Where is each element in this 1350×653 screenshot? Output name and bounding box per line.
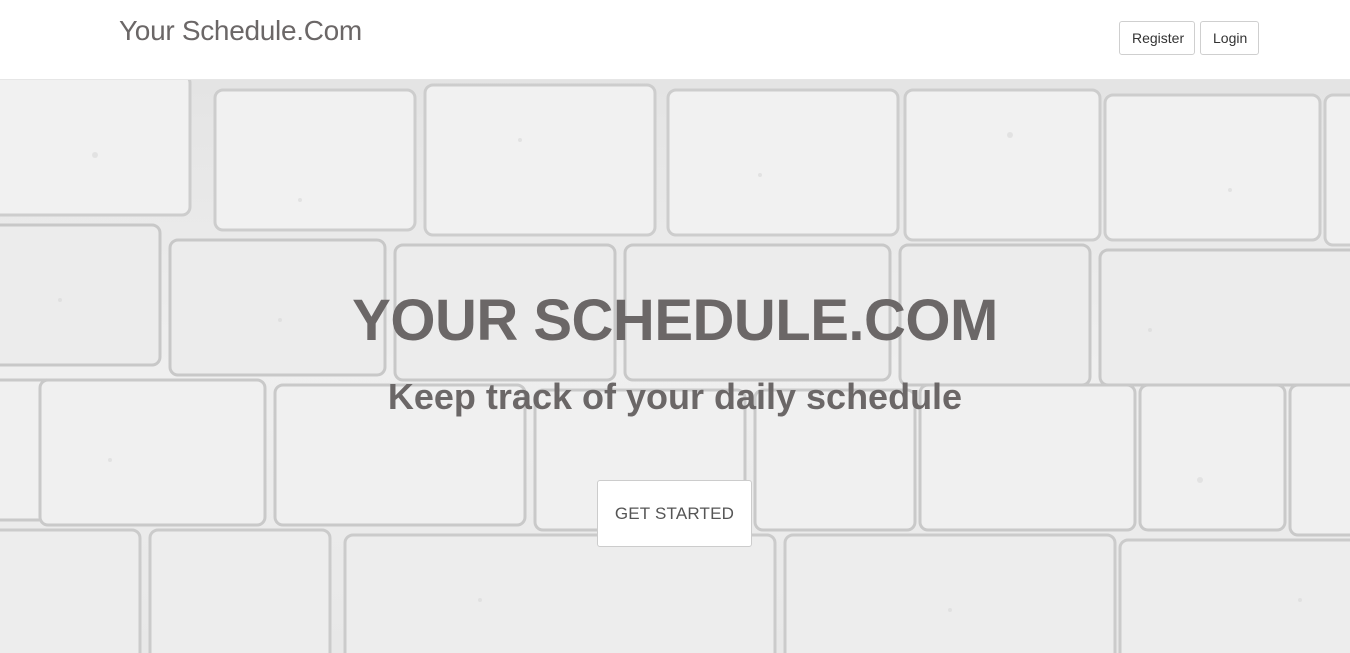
brand-logo-link[interactable]: Your Schedule.Com: [119, 14, 362, 48]
hero-section: YOUR SCHEDULE.COM Keep track of your dai…: [0, 80, 1350, 653]
page: Your Schedule.Com Register Login YOUR SC…: [0, 0, 1350, 653]
navbar: Your Schedule.Com Register Login: [0, 0, 1350, 80]
get-started-button[interactable]: GET STARTED: [597, 480, 752, 547]
register-button[interactable]: Register: [1119, 21, 1195, 55]
brick-wall-background: [0, 80, 1350, 653]
hero-title: YOUR SCHEDULE.COM: [352, 288, 998, 353]
login-button[interactable]: Login: [1200, 21, 1259, 55]
hero-subtitle: Keep track of your daily schedule: [387, 376, 963, 417]
